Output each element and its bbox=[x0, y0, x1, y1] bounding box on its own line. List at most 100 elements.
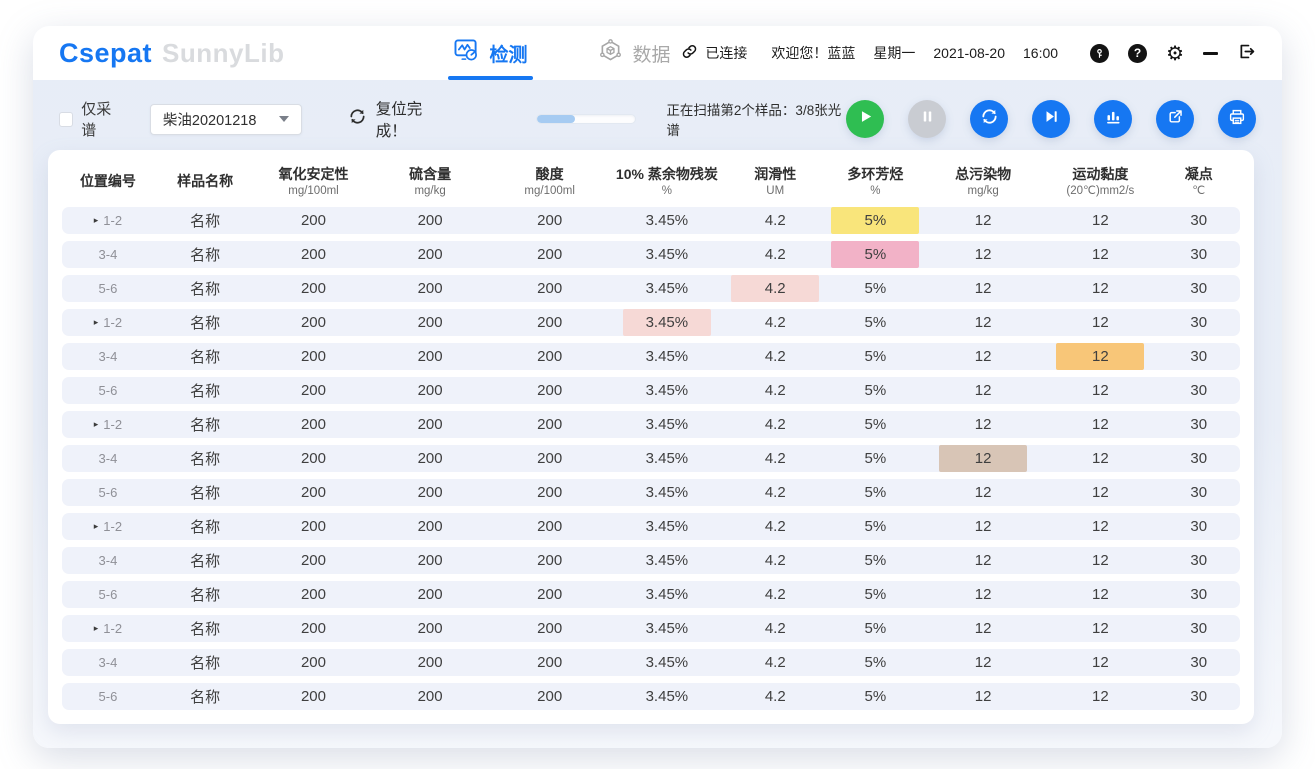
table-row[interactable]: ▸1-2名称2002002003.45%4.25%121230 bbox=[62, 309, 1240, 336]
header: Csepat SunnyLib 检测 数据 已连接 bbox=[33, 26, 1282, 80]
key-circle-icon[interactable] bbox=[1090, 44, 1109, 63]
sync-button[interactable] bbox=[970, 100, 1008, 138]
skip-next-icon bbox=[1043, 108, 1060, 130]
tab-data-label: 数据 bbox=[632, 40, 670, 67]
cell-contaminants: 12 bbox=[924, 377, 1042, 404]
detect-monitor-waveform-icon bbox=[454, 39, 479, 68]
cell-pah: 5% bbox=[826, 343, 924, 370]
expand-arrow-icon[interactable]: ▸ bbox=[94, 624, 99, 633]
cell-oxidation: 200 bbox=[256, 615, 370, 642]
pause-button[interactable] bbox=[908, 100, 946, 138]
cell-contaminants: 12 bbox=[924, 513, 1042, 540]
printer-icon bbox=[1228, 108, 1246, 131]
table-row[interactable]: 3-4名称2002002003.45%4.25%121230 bbox=[62, 343, 1240, 370]
table-row[interactable]: 3-4名称2002002003.45%4.25%121230 bbox=[62, 241, 1240, 268]
cell-contaminants: 12 bbox=[924, 547, 1042, 574]
cell-oxidation: 200 bbox=[256, 581, 370, 608]
cell-freezing: 30 bbox=[1159, 649, 1239, 676]
cell-sulfur: 200 bbox=[371, 343, 490, 370]
table-row[interactable]: 5-6名称2002002003.45%4.25%121230 bbox=[62, 377, 1240, 404]
cell-position: ▸1-2 bbox=[62, 411, 154, 438]
export-button[interactable] bbox=[1156, 100, 1194, 138]
cell-freezing: 30 bbox=[1159, 513, 1239, 540]
table-row[interactable]: ▸1-2名称2002002003.45%4.25%121230 bbox=[62, 615, 1240, 642]
cell-freezing: 30 bbox=[1159, 445, 1239, 472]
table-row[interactable]: 5-6名称2002002003.45%4.25%121230 bbox=[62, 275, 1240, 302]
print-button[interactable] bbox=[1218, 100, 1256, 138]
cell-acidity: 200 bbox=[490, 207, 610, 234]
cell-pah: 5% bbox=[826, 547, 924, 574]
table-row[interactable]: ▸1-2名称2002002003.45%4.25%121230 bbox=[62, 513, 1240, 540]
play-button[interactable] bbox=[846, 100, 884, 138]
cell-position: ▸1-2 bbox=[62, 513, 154, 540]
cell-contaminants: 12 bbox=[924, 241, 1042, 268]
sample-select[interactable]: 柴油20201218 bbox=[150, 104, 302, 135]
chart-button[interactable] bbox=[1094, 100, 1132, 138]
cell-acidity: 200 bbox=[490, 479, 610, 506]
cell-sulfur: 200 bbox=[371, 309, 490, 336]
cell-name: 名称 bbox=[154, 547, 256, 574]
cell-position: ▸1-2 bbox=[62, 615, 154, 642]
expand-arrow-icon[interactable]: ▸ bbox=[94, 522, 99, 531]
cell-viscosity: 12 bbox=[1042, 275, 1159, 302]
reset-status-text: 复位完成！ bbox=[376, 97, 449, 141]
minimize-icon[interactable] bbox=[1203, 52, 1218, 55]
table-row[interactable]: ▸1-2名称2002002003.45%4.25%121230 bbox=[62, 411, 1240, 438]
cell-acidity: 200 bbox=[490, 615, 610, 642]
table-row[interactable]: 3-4名称2002002003.45%4.25%121230 bbox=[62, 649, 1240, 676]
expand-arrow-icon[interactable]: ▸ bbox=[94, 216, 99, 225]
cell-sulfur: 200 bbox=[371, 547, 490, 574]
table-header: 位置编号样品名称氧化安定性mg/100ml硫含量mg/kg酸度mg/100ml1… bbox=[62, 160, 1240, 204]
cell-pah: 5% bbox=[826, 377, 924, 404]
column-header-acidity: 酸度mg/100ml bbox=[490, 166, 610, 198]
table-row[interactable]: 5-6名称2002002003.45%4.25%121230 bbox=[62, 479, 1240, 506]
cell-oxidation: 200 bbox=[256, 683, 370, 710]
cell-lubricity: 4.2 bbox=[724, 581, 826, 608]
cell-residue: 3.45% bbox=[610, 615, 724, 642]
connection-status-label: 已连接 bbox=[705, 43, 747, 63]
table-row[interactable]: 3-4名称2002002003.45%4.25%121230 bbox=[62, 547, 1240, 574]
action-buttons bbox=[846, 100, 1256, 138]
cell-sulfur: 200 bbox=[371, 377, 490, 404]
expand-arrow-icon[interactable]: ▸ bbox=[94, 318, 99, 327]
table-row[interactable]: 5-6名称2002002003.45%4.25%121230 bbox=[62, 683, 1240, 710]
question-circle-icon[interactable]: ? bbox=[1128, 44, 1147, 63]
cell-contaminants: 12 bbox=[924, 649, 1042, 676]
cell-acidity: 200 bbox=[490, 547, 610, 574]
gear-icon[interactable]: ⚙ bbox=[1166, 43, 1184, 63]
progress-fill bbox=[537, 115, 574, 123]
cell-acidity: 200 bbox=[490, 343, 610, 370]
cell-pah: 5% bbox=[826, 581, 924, 608]
cell-residue: 3.45% bbox=[610, 649, 724, 676]
column-header-position: 位置编号 bbox=[62, 173, 154, 191]
refresh-icon[interactable] bbox=[348, 107, 367, 131]
cell-oxidation: 200 bbox=[256, 649, 370, 676]
tab-detect[interactable]: 检测 bbox=[454, 26, 527, 80]
tab-data[interactable]: 数据 bbox=[599, 26, 670, 80]
logo-secondary: SunnyLib bbox=[162, 38, 284, 69]
cell-lubricity: 4.2 bbox=[724, 309, 826, 336]
column-header-viscosity: 运动黏度(20℃)mm2/s bbox=[1042, 166, 1159, 198]
table-row[interactable]: 5-6名称2002002003.45%4.25%121230 bbox=[62, 581, 1240, 608]
cell-contaminants: 12 bbox=[924, 683, 1042, 710]
cell-oxidation: 200 bbox=[256, 309, 370, 336]
cell-freezing: 30 bbox=[1159, 275, 1239, 302]
only-spectrum-checkbox[interactable] bbox=[59, 112, 73, 127]
cell-position: 5-6 bbox=[62, 377, 154, 404]
cell-acidity: 200 bbox=[490, 445, 610, 472]
cell-name: 名称 bbox=[154, 615, 256, 642]
table-row[interactable]: 3-4名称2002002003.45%4.25%121230 bbox=[62, 445, 1240, 472]
cell-sulfur: 200 bbox=[371, 649, 490, 676]
column-header-freezing: 凝点℃ bbox=[1159, 166, 1239, 198]
cell-residue: 3.45% bbox=[610, 377, 724, 404]
cell-position: 3-4 bbox=[62, 547, 154, 574]
data-hexagon-cube-icon bbox=[599, 39, 622, 68]
expand-arrow-icon[interactable]: ▸ bbox=[94, 420, 99, 429]
logout-icon[interactable] bbox=[1237, 42, 1256, 64]
cell-contaminants: 12 bbox=[924, 581, 1042, 608]
cell-lubricity: 4.2 bbox=[724, 513, 826, 540]
skip-next-button[interactable] bbox=[1032, 100, 1070, 138]
cell-sulfur: 200 bbox=[371, 683, 490, 710]
table-row[interactable]: ▸1-2名称2002002003.45%4.25%121230 bbox=[62, 207, 1240, 234]
column-header-sulfur: 硫含量mg/kg bbox=[371, 166, 490, 198]
